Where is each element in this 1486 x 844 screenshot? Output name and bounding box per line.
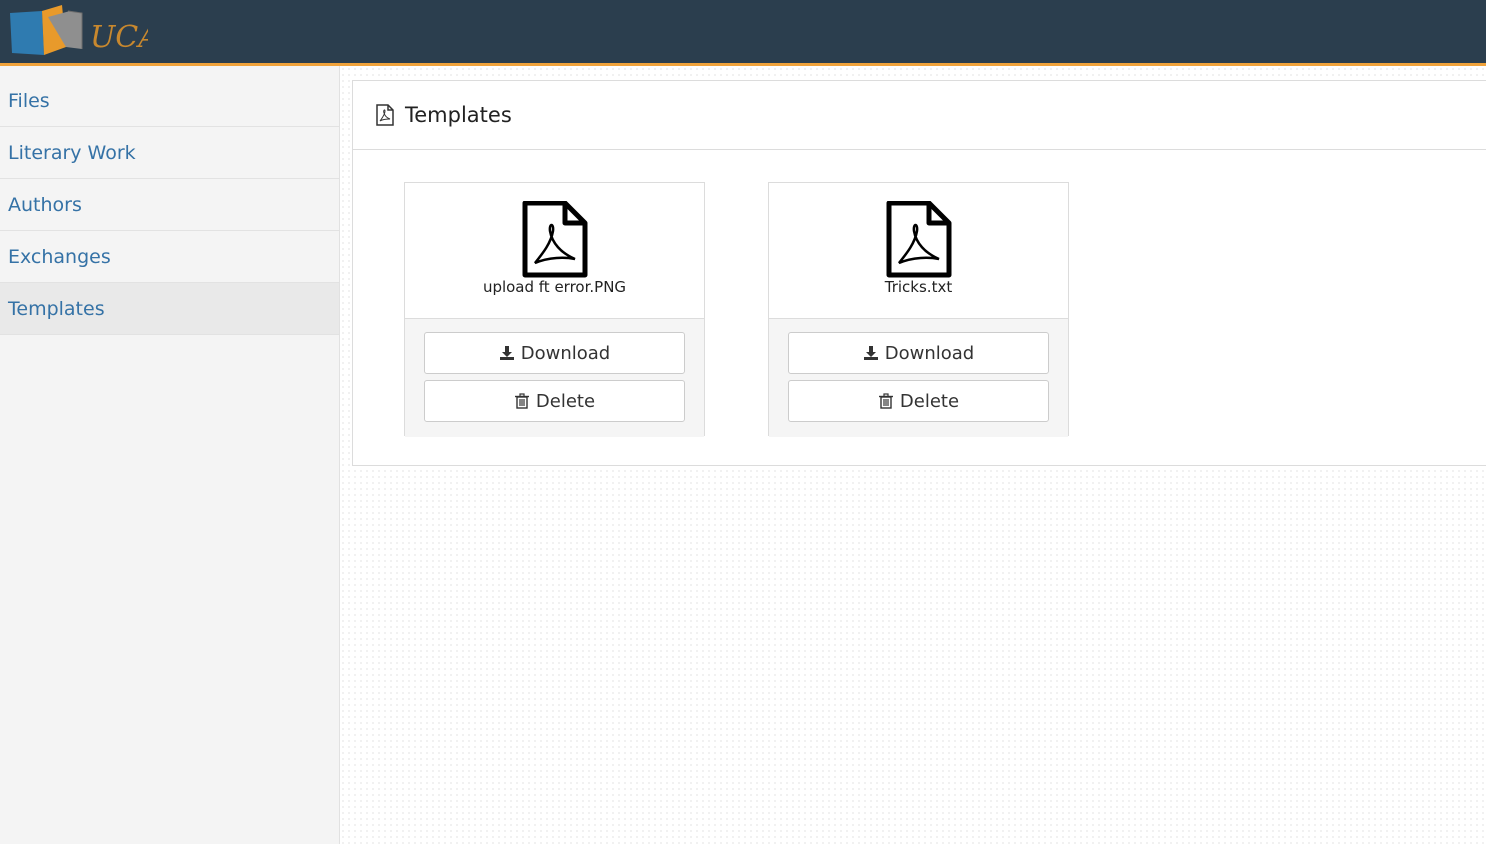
file-preview: upload ft error.PNG — [405, 183, 704, 319]
page-title: Templates — [405, 103, 512, 127]
delete-button[interactable]: Delete — [424, 380, 685, 422]
download-label: Download — [520, 342, 611, 364]
download-icon — [499, 346, 514, 360]
pdf-file-icon — [376, 104, 394, 126]
pdf-file-icon — [886, 201, 952, 278]
trash-icon — [514, 393, 529, 409]
logo-text: UCA — [90, 20, 148, 55]
file-preview: Tricks.txt — [769, 183, 1068, 319]
file-card: Tricks.txt Download Delete — [768, 182, 1069, 437]
templates-panel: Templates upload ft error.PNG Download D… — [352, 80, 1486, 466]
pdf-file-icon — [522, 201, 588, 278]
file-actions: Download Delete — [405, 319, 704, 437]
sidebar-item-templates[interactable]: Templates — [0, 283, 339, 335]
download-label: Download — [884, 342, 975, 364]
top-bar: UCA — [0, 0, 1486, 66]
file-name: Tricks.txt — [884, 278, 953, 296]
uca-logo[interactable]: UCA — [8, 3, 148, 61]
file-actions: Download Delete — [769, 319, 1068, 437]
download-button[interactable]: Download — [788, 332, 1049, 374]
trash-icon — [878, 393, 893, 409]
sidebar-item-authors[interactable]: Authors — [0, 179, 339, 231]
file-card: upload ft error.PNG Download Delete — [404, 182, 705, 437]
panel-header: Templates — [353, 81, 1486, 150]
download-button[interactable]: Download — [424, 332, 685, 374]
sidebar: Files Literary Work Authors Exchanges Te… — [0, 66, 340, 844]
delete-label: Delete — [535, 390, 596, 412]
sidebar-item-exchanges[interactable]: Exchanges — [0, 231, 339, 283]
delete-button[interactable]: Delete — [788, 380, 1049, 422]
sidebar-item-files[interactable]: Files — [0, 66, 339, 127]
sidebar-item-literary-work[interactable]: Literary Work — [0, 127, 339, 179]
delete-label: Delete — [899, 390, 960, 412]
main-content: Templates upload ft error.PNG Download D… — [340, 66, 1486, 844]
file-name: upload ft error.PNG — [482, 278, 627, 296]
download-icon — [863, 346, 878, 360]
